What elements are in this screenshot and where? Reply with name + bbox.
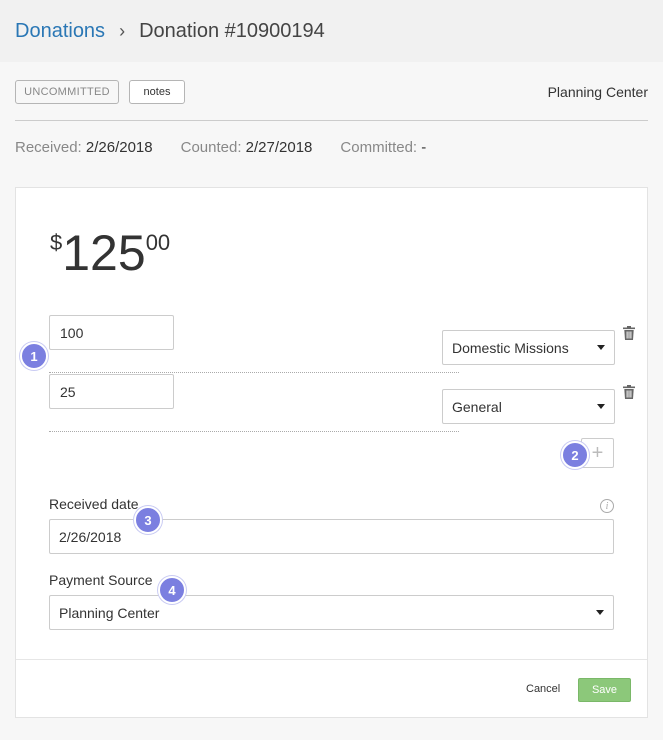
trash-icon[interactable]: [623, 326, 635, 340]
status-badge: UNCOMMITTED: [15, 80, 119, 104]
payment-source-select[interactable]: Planning Center: [49, 595, 614, 630]
payment-source-value: Planning Center: [59, 604, 160, 621]
callout-marker-1: 1: [20, 342, 48, 370]
breadcrumb: Donations › Donation #10900194: [0, 0, 663, 62]
amount-whole: 125: [62, 225, 146, 281]
received-date-value: 2/26/2018: [59, 528, 122, 545]
donation-total: $ 125 00: [50, 226, 170, 280]
info-icon[interactable]: i: [600, 499, 614, 513]
save-button[interactable]: Save: [578, 678, 631, 702]
breadcrumb-separator: ›: [119, 20, 126, 41]
counted-summary-value: 2/27/2018: [245, 139, 313, 156]
divider: [15, 120, 648, 121]
fund-select-value: Domestic Missions: [452, 339, 569, 356]
row-divider: [49, 372, 459, 373]
callout-marker-3: 3: [134, 506, 162, 534]
received-summary: Received: 2/26/2018: [15, 139, 153, 156]
plus-icon: +: [591, 441, 604, 464]
chevron-down-icon: [597, 404, 605, 409]
committed-summary: Committed: -: [340, 139, 426, 156]
counted-summary: Counted: 2/27/2018: [181, 139, 313, 156]
chevron-down-icon: [597, 345, 605, 350]
received-summary-label: Received:: [15, 139, 82, 156]
designation-row: 25 General: [49, 374, 635, 432]
payment-source-label: Payment Source: [49, 572, 153, 588]
counted-summary-label: Counted:: [180, 139, 242, 156]
page-title: Donation #10900194: [139, 19, 325, 42]
currency-symbol: $: [50, 230, 63, 255]
fund-select[interactable]: General: [442, 389, 615, 424]
fund-select[interactable]: Domestic Missions: [442, 330, 615, 365]
breadcrumb-donations-link[interactable]: Donations: [15, 20, 105, 43]
committed-summary-label: Committed:: [340, 139, 418, 156]
card-footer-divider: [16, 659, 647, 660]
donation-card: $ 125 00 100 Domestic Missions 25 Genera…: [15, 187, 648, 718]
callout-marker-2: 2: [561, 441, 589, 469]
callout-marker-4: 4: [158, 576, 186, 604]
notes-button[interactable]: notes: [129, 80, 185, 104]
received-date-label: Received date: [49, 496, 139, 512]
amount-cents: 00: [145, 230, 171, 255]
date-summary: Received: 2/26/2018 Counted: 2/27/2018 C…: [15, 139, 426, 156]
source-label: Planning Center: [547, 84, 648, 100]
designation-amount-input[interactable]: 100: [49, 315, 174, 350]
designation-row: 100 Domestic Missions: [49, 315, 635, 373]
trash-icon[interactable]: [623, 385, 635, 399]
fund-select-value: General: [452, 398, 502, 415]
committed-summary-value: -: [421, 139, 427, 156]
chevron-down-icon: [596, 610, 604, 615]
row-divider: [49, 431, 459, 432]
received-summary-value: 2/26/2018: [85, 139, 153, 156]
cancel-button[interactable]: Cancel: [526, 683, 560, 695]
donation-detail: UNCOMMITTED notes Planning Center Receiv…: [0, 62, 663, 740]
designation-amount-input[interactable]: 25: [49, 374, 174, 409]
